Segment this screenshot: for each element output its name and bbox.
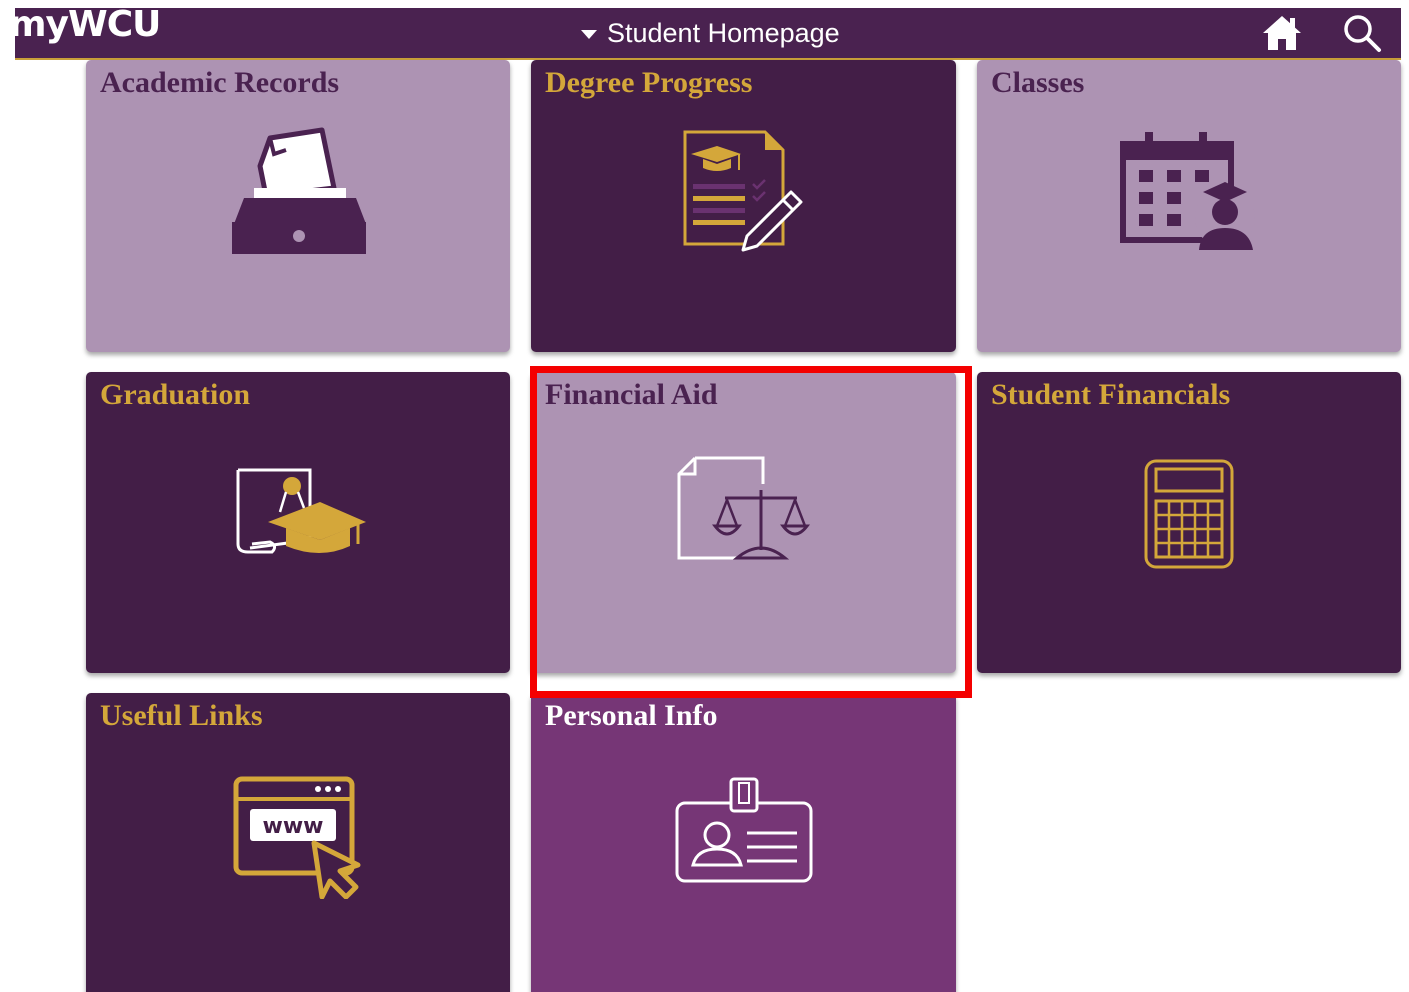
tile-academic-records[interactable]: Academic Records	[86, 60, 510, 352]
tile-useful-links[interactable]: Useful Links www	[86, 693, 510, 992]
degree-document-pencil-icon	[683, 130, 803, 252]
tile-title: Useful Links	[100, 699, 263, 732]
www-browser-cursor-icon: www	[233, 776, 361, 899]
document-scale-icon	[677, 456, 811, 560]
tile-title: Personal Info	[545, 699, 718, 732]
id-badge-icon	[675, 777, 813, 883]
search-button[interactable]	[1337, 8, 1387, 58]
tile-title: Academic Records	[100, 66, 340, 99]
tile-graduation[interactable]: Graduation	[86, 372, 510, 673]
search-icon	[1344, 15, 1381, 52]
tile-financial-aid[interactable]: Financial Aid	[531, 372, 956, 673]
tile-title: Graduation	[100, 378, 251, 411]
homepage-selector-label: Student Homepage	[607, 17, 840, 48]
calendar-student-icon	[1120, 132, 1255, 250]
homepage-selector[interactable]: Student Homepage	[581, 8, 840, 58]
student-homepage: myWCU Student Homepage Academic Records	[0, 0, 1409, 992]
svg-text:www: www	[263, 814, 324, 839]
app-logo[interactable]: myWCU	[9, 4, 161, 45]
tile-title: Degree Progress	[545, 66, 753, 99]
calculator-icon	[1144, 459, 1234, 569]
diploma-grad-cap-icon	[236, 468, 366, 554]
tile-degree-progress[interactable]: Degree Progress	[531, 60, 956, 352]
tile-title: Financial Aid	[545, 378, 718, 411]
caret-down-icon	[581, 30, 597, 39]
tile-title: Classes	[991, 66, 1085, 99]
home-icon	[1263, 16, 1301, 50]
header-bar: myWCU Student Homepage	[9, 4, 1401, 60]
tile-student-financials[interactable]: Student Financials	[977, 372, 1401, 673]
tile-personal-info[interactable]: Personal Info	[531, 693, 956, 992]
tile-classes[interactable]: Classes	[977, 60, 1401, 352]
file-drawer-icon	[232, 127, 366, 254]
tile-title: Student Financials	[991, 378, 1231, 411]
home-button[interactable]	[1257, 8, 1307, 58]
